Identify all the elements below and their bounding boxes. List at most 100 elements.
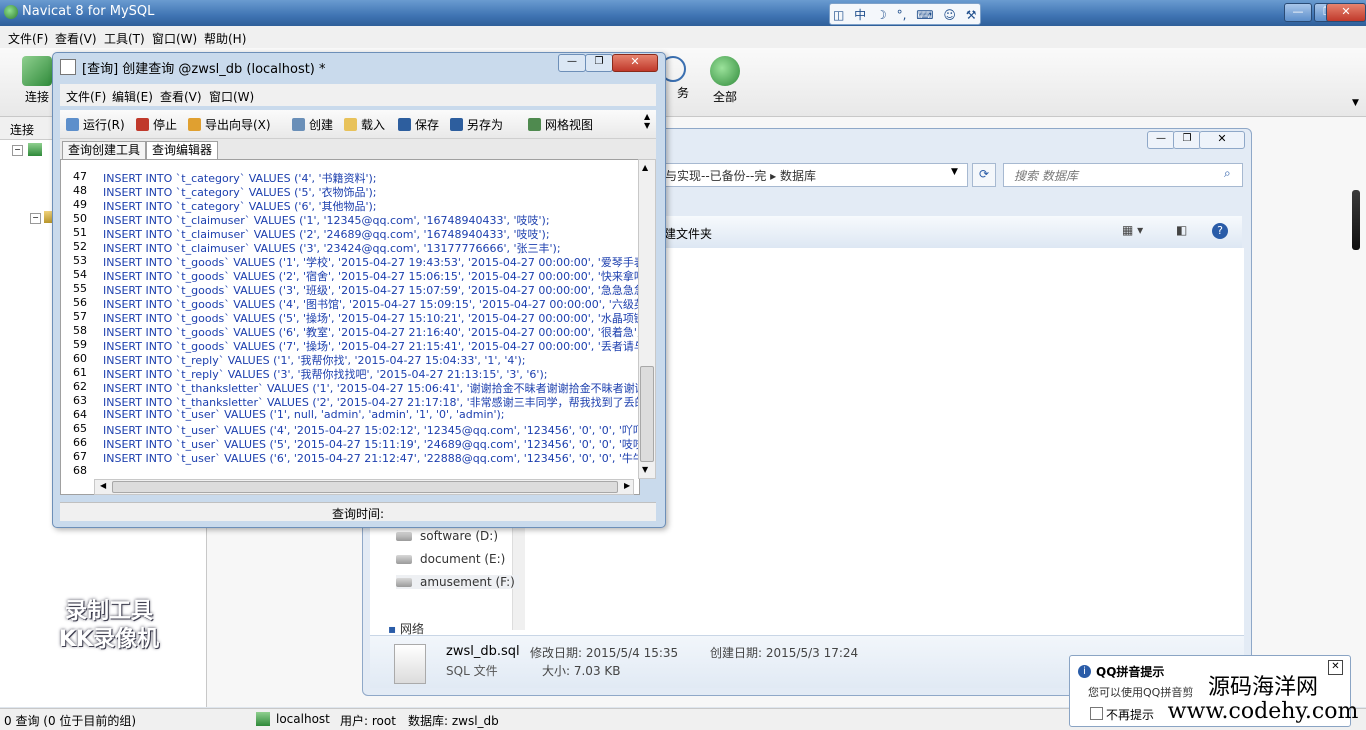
- ime-chinese-mode[interactable]: 中: [854, 6, 866, 23]
- sql-line[interactable]: 57 INSERT INTO `t_goods` VALUES ('5', '操场…: [61, 310, 639, 325]
- sql-line[interactable]: 47 INSERT INTO `t_category` VALUES ('4', …: [61, 170, 639, 185]
- menu-view[interactable]: 查看(V): [55, 30, 97, 47]
- explorer-maximize-button[interactable]: ❐: [1173, 131, 1201, 149]
- minimize-button[interactable]: —: [1284, 3, 1312, 22]
- search-icon[interactable]: ⌕: [1224, 166, 1231, 181]
- close-button[interactable]: ✕: [1326, 3, 1366, 22]
- stop-button[interactable]: 停止: [136, 116, 177, 133]
- toolbar-scroll-icon[interactable]: ▲ ▼: [644, 112, 650, 130]
- save-as-button[interactable]: 另存为: [450, 116, 503, 133]
- menu-tools[interactable]: 工具(T): [104, 30, 145, 47]
- query-menu-window[interactable]: 窗口(W): [209, 88, 254, 105]
- sql-line[interactable]: 63 INSERT INTO `t_thanksletter` VALUES ('…: [61, 394, 639, 409]
- qq-tip-close-icon[interactable]: ✕: [1328, 660, 1343, 675]
- preview-pane-icon[interactable]: ◧: [1176, 223, 1187, 237]
- all-label: 全部: [712, 90, 737, 104]
- sql-line[interactable]: 52 INSERT INTO `t_claimuser` VALUES ('3',…: [61, 240, 639, 255]
- right-scroll-handle[interactable]: [1352, 190, 1360, 250]
- query-menu-file[interactable]: 文件(F): [66, 88, 106, 105]
- menu-help[interactable]: 帮助(H): [204, 30, 246, 47]
- sql-line[interactable]: 58 INSERT INTO `t_goods` VALUES ('6', '教室…: [61, 324, 639, 339]
- ime-user-icon[interactable]: ☺: [943, 8, 956, 22]
- line-number: 68: [73, 464, 87, 477]
- sql-line[interactable]: 48 INSERT INTO `t_category` VALUES ('5', …: [61, 184, 639, 199]
- sql-line[interactable]: 61 INSERT INTO `t_reply` VALUES ('3', '我帮…: [61, 366, 639, 381]
- menu-file[interactable]: 文件(F): [8, 30, 48, 47]
- menu-window[interactable]: 窗口(W): [152, 30, 197, 47]
- drive-item[interactable]: amusement (F:): [396, 575, 519, 589]
- ime-punct-icon[interactable]: °,: [897, 8, 907, 22]
- explorer-close-button[interactable]: ✕: [1199, 131, 1245, 149]
- sql-line[interactable]: 65 INSERT INTO `t_user` VALUES ('4', '201…: [61, 422, 639, 437]
- load-label: 载入: [361, 118, 386, 132]
- sql-line[interactable]: 56 INSERT INTO `t_goods` VALUES ('4', '图书…: [61, 296, 639, 311]
- explorer-search-box[interactable]: 搜索 数据库 ⌕: [1003, 163, 1243, 187]
- editor-vertical-scroll-thumb[interactable]: [640, 366, 654, 462]
- ime-toolbar[interactable]: ◫ 中 ☽ °, ⌨ ☺ ⚒: [829, 3, 981, 25]
- grid-view-icon: [528, 118, 541, 131]
- sql-line[interactable]: 68: [61, 464, 639, 478]
- refresh-icon[interactable]: ⟳: [972, 163, 996, 187]
- line-number: 57: [73, 310, 87, 323]
- sql-line[interactable]: 64 INSERT INTO `t_user` VALUES ('1', null…: [61, 408, 639, 422]
- scroll-up-icon[interactable]: ▲: [642, 163, 648, 172]
- main-title-bar: Navicat 8 for MySQL — ❐ ✕: [0, 0, 1366, 26]
- ime-keyboard-icon[interactable]: ⌨: [916, 8, 933, 22]
- sql-line[interactable]: 66 INSERT INTO `t_user` VALUES ('5', '201…: [61, 436, 639, 451]
- query-time-label: 查询时间:: [332, 507, 385, 521]
- sql-line[interactable]: 51 INSERT INTO `t_claimuser` VALUES ('2',…: [61, 226, 639, 241]
- export-wizard-button[interactable]: 导出向导(X): [188, 116, 271, 133]
- help-icon[interactable]: ?: [1212, 223, 1228, 239]
- drive-item[interactable]: software (D:): [396, 529, 498, 543]
- sql-line[interactable]: 62 INSERT INTO `t_thanksletter` VALUES ('…: [61, 380, 639, 395]
- sql-line[interactable]: 59 INSERT INTO `t_goods` VALUES ('7', '操场…: [61, 338, 639, 353]
- save-button[interactable]: 保存: [398, 116, 439, 133]
- tree-collapse-toggle[interactable]: −: [12, 145, 23, 156]
- drive-icon: [396, 555, 412, 564]
- line-number: 54: [73, 268, 87, 281]
- grid-view-button[interactable]: 网格视图: [528, 116, 593, 133]
- query-menu-view[interactable]: 查看(V): [160, 88, 202, 105]
- query-minimize-button[interactable]: —: [558, 54, 586, 72]
- grid-view-label: 网格视图: [545, 118, 594, 132]
- ime-moon-icon[interactable]: ☽: [876, 8, 887, 22]
- line-number: 63: [73, 394, 87, 407]
- run-button[interactable]: 运行(R): [66, 116, 125, 133]
- line-code: INSERT INTO `t_user` VALUES ('1', null, …: [103, 408, 505, 421]
- sql-line[interactable]: 49 INSERT INTO `t_category` VALUES ('6', …: [61, 198, 639, 213]
- editor-horizontal-scroll-thumb[interactable]: [112, 481, 618, 493]
- ime-tools-icon[interactable]: ⚒: [966, 8, 977, 22]
- query-close-button[interactable]: ✕: [612, 54, 658, 72]
- sql-line[interactable]: 53 INSERT INTO `t_goods` VALUES ('1', '学校…: [61, 254, 639, 269]
- query-maximize-button[interactable]: ❐: [585, 54, 613, 72]
- load-button[interactable]: 载入: [344, 116, 385, 133]
- tab-query-editor[interactable]: 查询编辑器: [146, 141, 219, 159]
- export-label: 导出向导(X): [205, 118, 271, 132]
- explorer-breadcrumb[interactable]: 与实现--已备份--完 ▸ 数据库: [665, 167, 816, 184]
- create-button[interactable]: 创建: [292, 116, 333, 133]
- scroll-left-icon[interactable]: ◀: [100, 481, 106, 490]
- view-options-icon[interactable]: ▦ ▾: [1122, 223, 1143, 237]
- line-number: 55: [73, 282, 87, 295]
- scroll-right-icon[interactable]: ▶: [624, 481, 630, 490]
- main-menu-bar: 文件(F) 查看(V) 工具(T) 窗口(W) 帮助(H): [0, 26, 1366, 49]
- drive-item[interactable]: document (E:): [396, 552, 505, 566]
- query-window-title-bar: [查询] 创建查询 @zwsl_db (localhost) * — ❐ ✕: [52, 52, 664, 80]
- sql-line[interactable]: 50 INSERT INTO `t_claimuser` VALUES ('1',…: [61, 212, 639, 227]
- explorer-minimize-button[interactable]: —: [1147, 131, 1175, 149]
- new-folder-button[interactable]: 建文件夹: [664, 225, 712, 242]
- sql-line[interactable]: 60 INSERT INTO `t_reply` VALUES ('1', '我帮…: [61, 352, 639, 367]
- all-button[interactable]: 全部: [700, 56, 750, 105]
- sql-editor[interactable]: 47 INSERT INTO `t_category` VALUES ('4', …: [60, 159, 640, 495]
- connection-status-icon: [256, 712, 270, 726]
- dont-show-checkbox[interactable]: [1090, 707, 1103, 720]
- sql-line[interactable]: 55 INSERT INTO `t_goods` VALUES ('3', '班级…: [61, 282, 639, 297]
- query-menu-edit[interactable]: 编辑(E): [112, 88, 153, 105]
- sql-line[interactable]: 54 INSERT INTO `t_goods` VALUES ('2', '宿舍…: [61, 268, 639, 283]
- tree-collapse-toggle[interactable]: −: [30, 213, 41, 224]
- toolbar-overflow-icon[interactable]: ▼: [1352, 98, 1359, 108]
- scroll-down-icon[interactable]: ▼: [642, 465, 648, 474]
- sql-line[interactable]: 67 INSERT INTO `t_user` VALUES ('6', '201…: [61, 450, 639, 465]
- address-dropdown-icon[interactable]: ▼: [951, 167, 958, 177]
- tab-query-builder[interactable]: 查询创建工具: [62, 141, 147, 159]
